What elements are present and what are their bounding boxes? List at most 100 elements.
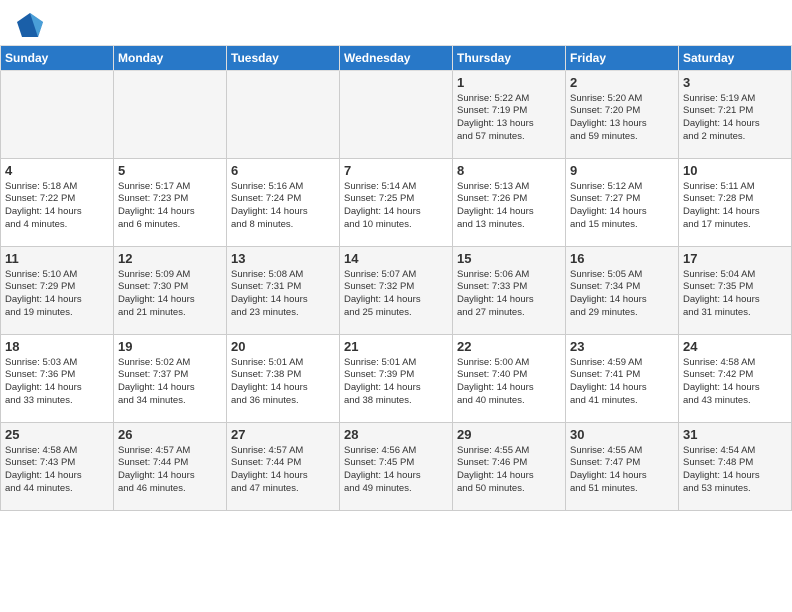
day-header-monday: Monday xyxy=(114,46,227,71)
day-number: 2 xyxy=(570,74,674,92)
day-info: Sunrise: 5:20 AM Sunset: 7:20 PM Dayligh… xyxy=(570,93,674,144)
header-row: SundayMondayTuesdayWednesdayThursdayFrid… xyxy=(1,46,792,71)
day-number: 30 xyxy=(570,426,674,444)
calendar-cell: 22Sunrise: 5:00 AM Sunset: 7:40 PM Dayli… xyxy=(453,335,566,423)
day-info: Sunrise: 5:01 AM Sunset: 7:39 PM Dayligh… xyxy=(344,357,448,408)
day-info: Sunrise: 4:58 AM Sunset: 7:42 PM Dayligh… xyxy=(683,357,787,408)
day-info: Sunrise: 4:54 AM Sunset: 7:48 PM Dayligh… xyxy=(683,445,787,496)
day-number: 1 xyxy=(457,74,561,92)
day-number: 19 xyxy=(118,338,222,356)
day-number: 31 xyxy=(683,426,787,444)
calendar-cell xyxy=(1,71,114,159)
calendar-cell xyxy=(114,71,227,159)
day-info: Sunrise: 5:07 AM Sunset: 7:32 PM Dayligh… xyxy=(344,269,448,320)
day-number: 24 xyxy=(683,338,787,356)
day-number: 25 xyxy=(5,426,109,444)
calendar-cell: 26Sunrise: 4:57 AM Sunset: 7:44 PM Dayli… xyxy=(114,423,227,511)
day-number: 6 xyxy=(231,162,335,180)
day-number: 7 xyxy=(344,162,448,180)
logo-icon xyxy=(15,10,45,40)
day-number: 21 xyxy=(344,338,448,356)
calendar-cell: 19Sunrise: 5:02 AM Sunset: 7:37 PM Dayli… xyxy=(114,335,227,423)
calendar-cell: 3Sunrise: 5:19 AM Sunset: 7:21 PM Daylig… xyxy=(679,71,792,159)
calendar-cell xyxy=(340,71,453,159)
calendar-cell: 5Sunrise: 5:17 AM Sunset: 7:23 PM Daylig… xyxy=(114,159,227,247)
calendar-cell: 23Sunrise: 4:59 AM Sunset: 7:41 PM Dayli… xyxy=(566,335,679,423)
calendar-cell: 30Sunrise: 4:55 AM Sunset: 7:47 PM Dayli… xyxy=(566,423,679,511)
calendar-cell: 25Sunrise: 4:58 AM Sunset: 7:43 PM Dayli… xyxy=(1,423,114,511)
calendar-cell: 17Sunrise: 5:04 AM Sunset: 7:35 PM Dayli… xyxy=(679,247,792,335)
day-number: 20 xyxy=(231,338,335,356)
day-number: 9 xyxy=(570,162,674,180)
calendar-cell: 15Sunrise: 5:06 AM Sunset: 7:33 PM Dayli… xyxy=(453,247,566,335)
calendar-body: 1Sunrise: 5:22 AM Sunset: 7:19 PM Daylig… xyxy=(1,71,792,511)
calendar-cell: 8Sunrise: 5:13 AM Sunset: 7:26 PM Daylig… xyxy=(453,159,566,247)
day-info: Sunrise: 5:11 AM Sunset: 7:28 PM Dayligh… xyxy=(683,181,787,232)
day-header-tuesday: Tuesday xyxy=(227,46,340,71)
calendar-cell: 1Sunrise: 5:22 AM Sunset: 7:19 PM Daylig… xyxy=(453,71,566,159)
day-info: Sunrise: 4:55 AM Sunset: 7:46 PM Dayligh… xyxy=(457,445,561,496)
calendar-cell: 6Sunrise: 5:16 AM Sunset: 7:24 PM Daylig… xyxy=(227,159,340,247)
day-info: Sunrise: 4:57 AM Sunset: 7:44 PM Dayligh… xyxy=(118,445,222,496)
day-number: 18 xyxy=(5,338,109,356)
calendar-cell: 2Sunrise: 5:20 AM Sunset: 7:20 PM Daylig… xyxy=(566,71,679,159)
day-info: Sunrise: 5:06 AM Sunset: 7:33 PM Dayligh… xyxy=(457,269,561,320)
week-row-1: 1Sunrise: 5:22 AM Sunset: 7:19 PM Daylig… xyxy=(1,71,792,159)
calendar-cell: 10Sunrise: 5:11 AM Sunset: 7:28 PM Dayli… xyxy=(679,159,792,247)
calendar-cell: 11Sunrise: 5:10 AM Sunset: 7:29 PM Dayli… xyxy=(1,247,114,335)
day-info: Sunrise: 5:05 AM Sunset: 7:34 PM Dayligh… xyxy=(570,269,674,320)
day-number: 11 xyxy=(5,250,109,268)
day-info: Sunrise: 5:12 AM Sunset: 7:27 PM Dayligh… xyxy=(570,181,674,232)
day-info: Sunrise: 4:56 AM Sunset: 7:45 PM Dayligh… xyxy=(344,445,448,496)
day-number: 10 xyxy=(683,162,787,180)
calendar-header: SundayMondayTuesdayWednesdayThursdayFrid… xyxy=(1,46,792,71)
day-info: Sunrise: 5:02 AM Sunset: 7:37 PM Dayligh… xyxy=(118,357,222,408)
calendar-cell: 9Sunrise: 5:12 AM Sunset: 7:27 PM Daylig… xyxy=(566,159,679,247)
day-info: Sunrise: 5:22 AM Sunset: 7:19 PM Dayligh… xyxy=(457,93,561,144)
calendar-cell: 16Sunrise: 5:05 AM Sunset: 7:34 PM Dayli… xyxy=(566,247,679,335)
day-info: Sunrise: 5:04 AM Sunset: 7:35 PM Dayligh… xyxy=(683,269,787,320)
calendar-cell: 27Sunrise: 4:57 AM Sunset: 7:44 PM Dayli… xyxy=(227,423,340,511)
day-header-wednesday: Wednesday xyxy=(340,46,453,71)
day-number: 15 xyxy=(457,250,561,268)
calendar-cell: 4Sunrise: 5:18 AM Sunset: 7:22 PM Daylig… xyxy=(1,159,114,247)
day-number: 16 xyxy=(570,250,674,268)
day-info: Sunrise: 4:59 AM Sunset: 7:41 PM Dayligh… xyxy=(570,357,674,408)
day-info: Sunrise: 5:00 AM Sunset: 7:40 PM Dayligh… xyxy=(457,357,561,408)
calendar-cell: 21Sunrise: 5:01 AM Sunset: 7:39 PM Dayli… xyxy=(340,335,453,423)
day-number: 22 xyxy=(457,338,561,356)
calendar-table: SundayMondayTuesdayWednesdayThursdayFrid… xyxy=(0,45,792,511)
calendar-cell: 14Sunrise: 5:07 AM Sunset: 7:32 PM Dayli… xyxy=(340,247,453,335)
day-number: 27 xyxy=(231,426,335,444)
day-header-saturday: Saturday xyxy=(679,46,792,71)
calendar-cell: 7Sunrise: 5:14 AM Sunset: 7:25 PM Daylig… xyxy=(340,159,453,247)
day-number: 14 xyxy=(344,250,448,268)
week-row-5: 25Sunrise: 4:58 AM Sunset: 7:43 PM Dayli… xyxy=(1,423,792,511)
day-info: Sunrise: 5:14 AM Sunset: 7:25 PM Dayligh… xyxy=(344,181,448,232)
day-info: Sunrise: 4:57 AM Sunset: 7:44 PM Dayligh… xyxy=(231,445,335,496)
calendar-cell: 18Sunrise: 5:03 AM Sunset: 7:36 PM Dayli… xyxy=(1,335,114,423)
day-number: 3 xyxy=(683,74,787,92)
day-number: 13 xyxy=(231,250,335,268)
day-number: 5 xyxy=(118,162,222,180)
week-row-4: 18Sunrise: 5:03 AM Sunset: 7:36 PM Dayli… xyxy=(1,335,792,423)
calendar-cell xyxy=(227,71,340,159)
calendar-cell: 20Sunrise: 5:01 AM Sunset: 7:38 PM Dayli… xyxy=(227,335,340,423)
day-info: Sunrise: 4:55 AM Sunset: 7:47 PM Dayligh… xyxy=(570,445,674,496)
day-info: Sunrise: 5:17 AM Sunset: 7:23 PM Dayligh… xyxy=(118,181,222,232)
day-number: 12 xyxy=(118,250,222,268)
calendar-cell: 12Sunrise: 5:09 AM Sunset: 7:30 PM Dayli… xyxy=(114,247,227,335)
week-row-2: 4Sunrise: 5:18 AM Sunset: 7:22 PM Daylig… xyxy=(1,159,792,247)
calendar-cell: 28Sunrise: 4:56 AM Sunset: 7:45 PM Dayli… xyxy=(340,423,453,511)
calendar-cell: 29Sunrise: 4:55 AM Sunset: 7:46 PM Dayli… xyxy=(453,423,566,511)
day-info: Sunrise: 5:01 AM Sunset: 7:38 PM Dayligh… xyxy=(231,357,335,408)
calendar-cell: 24Sunrise: 4:58 AM Sunset: 7:42 PM Dayli… xyxy=(679,335,792,423)
day-info: Sunrise: 5:03 AM Sunset: 7:36 PM Dayligh… xyxy=(5,357,109,408)
day-info: Sunrise: 4:58 AM Sunset: 7:43 PM Dayligh… xyxy=(5,445,109,496)
day-info: Sunrise: 5:19 AM Sunset: 7:21 PM Dayligh… xyxy=(683,93,787,144)
day-number: 17 xyxy=(683,250,787,268)
day-number: 26 xyxy=(118,426,222,444)
day-info: Sunrise: 5:18 AM Sunset: 7:22 PM Dayligh… xyxy=(5,181,109,232)
day-header-sunday: Sunday xyxy=(1,46,114,71)
day-info: Sunrise: 5:16 AM Sunset: 7:24 PM Dayligh… xyxy=(231,181,335,232)
